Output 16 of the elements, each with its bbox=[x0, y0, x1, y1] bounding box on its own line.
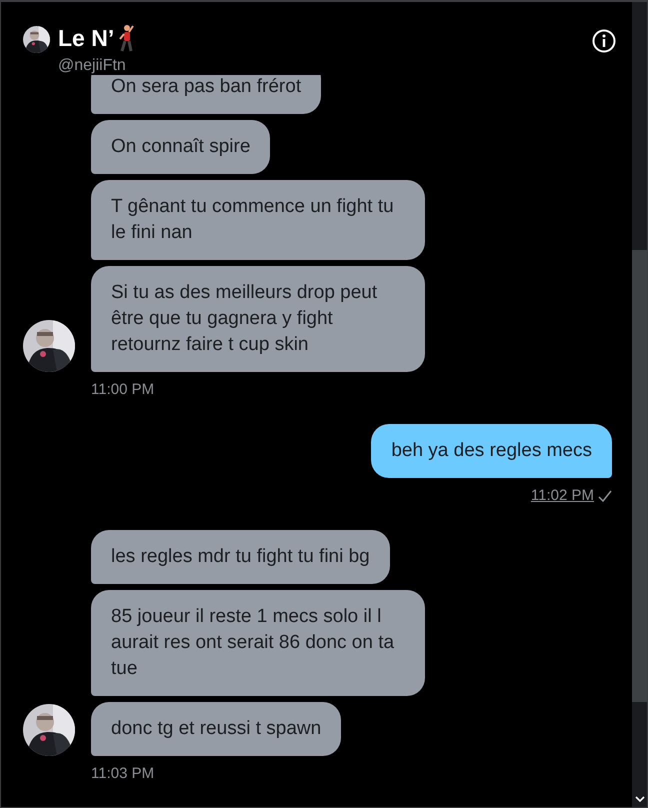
info-icon[interactable] bbox=[592, 29, 616, 53]
dancer-icon bbox=[118, 24, 136, 52]
message-bubble: Si tu as des meilleurs drop peut être que tu gagnera y fight retournz faire t cup skin bbox=[91, 266, 425, 372]
message-bubble: T gênant tu commence un fight tu le fini nan bbox=[91, 180, 425, 260]
scrollbar-thumb[interactable] bbox=[632, 250, 647, 702]
message-time[interactable]: 11:02 PM bbox=[530, 486, 594, 506]
message-bubble: On connaît spire bbox=[91, 120, 270, 174]
message-bubble: donc tg et reussi t spawn bbox=[91, 702, 342, 756]
contact-name: Le N’ bbox=[58, 25, 114, 51]
message-time: 11:00 PM bbox=[91, 380, 154, 400]
message-bubble: 85 joueur il reste 1 mecs solo il l aurait res ont serait 86 donc on ta tue bbox=[91, 590, 425, 696]
message-bubble: beh ya des regles mecs bbox=[371, 424, 612, 478]
scrollbar[interactable] bbox=[632, 2, 647, 807]
scroll-down-icon[interactable] bbox=[634, 796, 644, 803]
message-bubble: les regles mdr tu fight tu fini bg bbox=[91, 530, 390, 584]
message-time: 11:03 PM bbox=[91, 764, 154, 784]
